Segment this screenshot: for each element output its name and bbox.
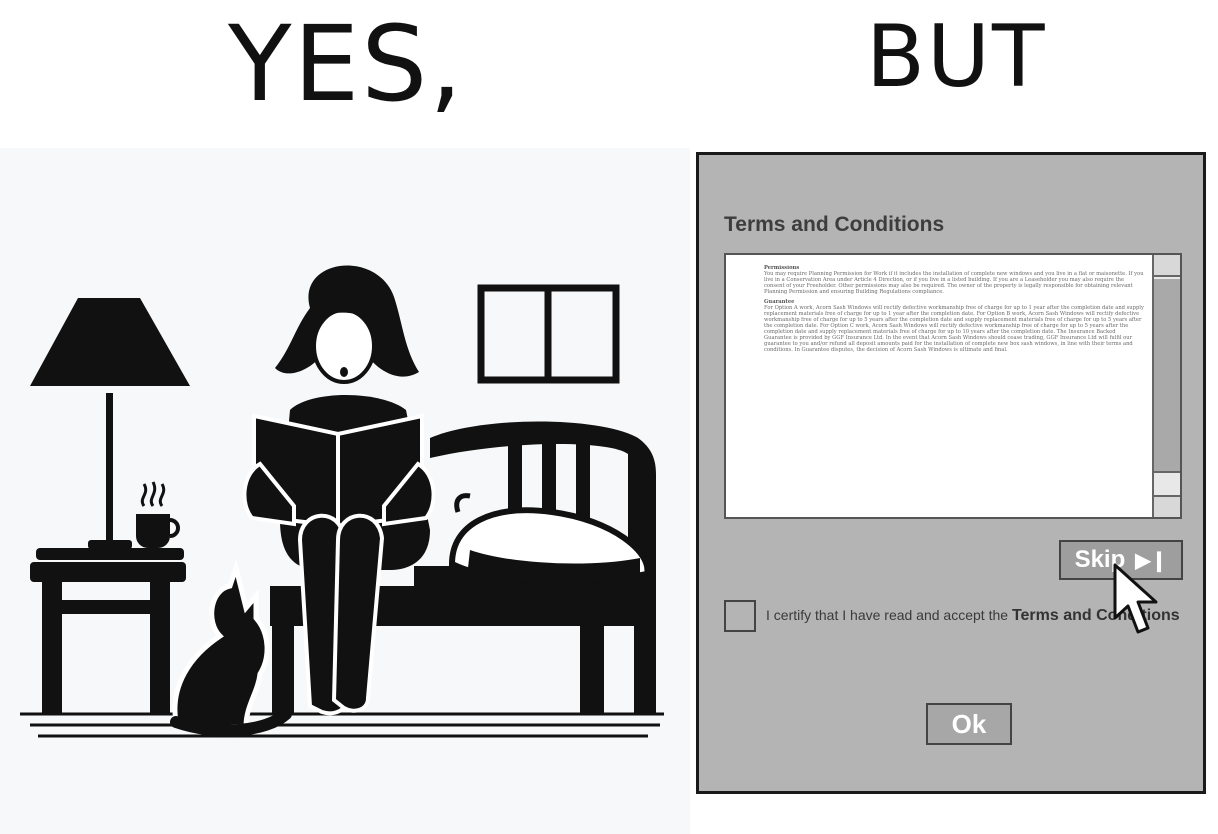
certify-checkbox[interactable] (724, 600, 756, 632)
reading-illustration (0, 148, 690, 834)
scroll-up-button[interactable] (1154, 255, 1180, 277)
yes-heading: YES, (228, 3, 465, 125)
terms-section-body: You may require Planning Permission for … (764, 271, 1144, 295)
mouse-pointer-icon (1113, 563, 1158, 634)
but-heading: BUT (866, 7, 1047, 107)
scroll-down-button[interactable] (1154, 495, 1180, 517)
pillow (448, 493, 651, 585)
cat (170, 559, 292, 737)
ok-button[interactable]: Ok (926, 703, 1012, 745)
nightstand (30, 548, 186, 714)
terms-text-box[interactable]: Permissions You may require Planning Per… (724, 253, 1182, 519)
terms-section-body: For Option A work, Acorn Sash Windows wi… (764, 305, 1144, 353)
lamp (30, 298, 190, 549)
dialog-title: Terms and Conditions (724, 213, 945, 236)
scrollbar[interactable] (1152, 255, 1180, 517)
floor (20, 712, 664, 738)
terms-text: Permissions You may require Planning Per… (764, 261, 1144, 353)
coffee-cup (136, 481, 180, 548)
terms-dialog: Terms and Conditions Permissions You may… (696, 152, 1206, 794)
certify-prefix: I certify that I have read and accept th… (766, 607, 1009, 623)
scroll-thumb[interactable] (1154, 279, 1180, 473)
window-frame (477, 284, 620, 384)
